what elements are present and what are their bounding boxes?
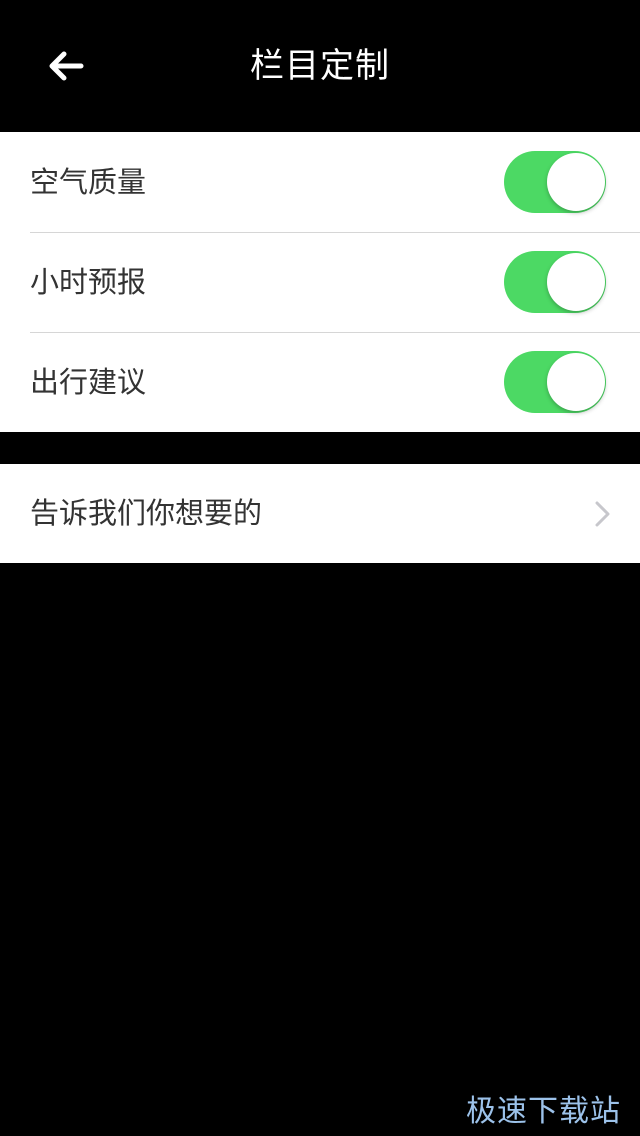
watermark-text: 极速下载站 bbox=[466, 1094, 621, 1129]
back-arrow-icon bbox=[49, 51, 84, 81]
chevron-right-icon bbox=[595, 501, 610, 527]
feedback-label: 告诉我们你想要的 bbox=[30, 496, 263, 530]
column-settings-group: 空气质量 小时预报 出行建议 bbox=[0, 132, 640, 432]
feedback-group: 告诉我们你想要的 bbox=[0, 464, 640, 563]
navigation-bar: 栏目定制 bbox=[0, 0, 640, 132]
hourly-forecast-toggle[interactable] bbox=[504, 251, 606, 313]
air-quality-toggle[interactable] bbox=[504, 151, 606, 213]
toggle-knob bbox=[547, 253, 605, 311]
settings-row-label: 出行建议 bbox=[30, 365, 147, 399]
settings-row-travel-advice: 出行建议 bbox=[0, 332, 640, 432]
back-button[interactable] bbox=[34, 40, 98, 92]
settings-row-label: 空气质量 bbox=[30, 165, 147, 199]
feedback-row[interactable]: 告诉我们你想要的 bbox=[0, 464, 640, 563]
toggle-knob bbox=[547, 153, 605, 211]
settings-row-air-quality: 空气质量 bbox=[0, 132, 640, 232]
travel-advice-toggle[interactable] bbox=[504, 351, 606, 413]
settings-row-label: 小时预报 bbox=[30, 265, 147, 299]
settings-row-hourly-forecast: 小时预报 bbox=[0, 232, 640, 332]
toggle-knob bbox=[547, 353, 605, 411]
